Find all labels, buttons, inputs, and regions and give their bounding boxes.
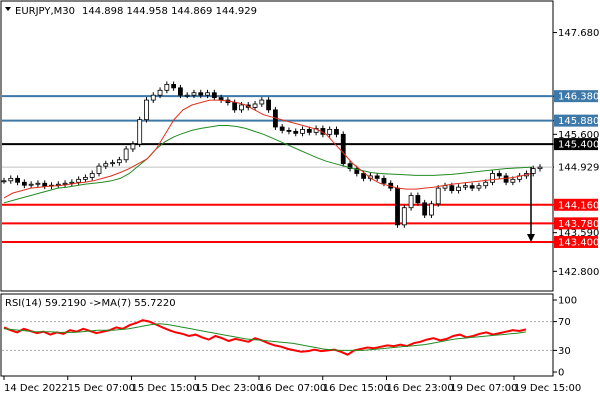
candle-body [340, 133, 346, 165]
rsi-tick-label: 30 [558, 346, 571, 357]
time-tick-label: 14 Dec 2022 [4, 383, 68, 394]
level-label: 146.380 [558, 92, 599, 103]
candle-body [408, 195, 414, 209]
ohlc-values: 144.898 144.958 144.869 144.929 [82, 6, 257, 17]
candle-body [239, 104, 244, 111]
candle-body [89, 173, 95, 178]
candle-body [395, 187, 400, 226]
candle-body [435, 187, 441, 205]
price-panel-frame [0, 0, 554, 292]
time-tick-label: 15 Dec 23:00 [195, 383, 262, 394]
candle-body [103, 163, 109, 167]
candle-body [327, 129, 333, 135]
candle-body [150, 94, 156, 101]
time-tick-label: 16 Dec 23:00 [387, 383, 454, 394]
candle-body [259, 99, 265, 105]
candle-body [198, 92, 204, 96]
candle-body [62, 182, 68, 185]
candle-body [137, 119, 143, 145]
candle-body [429, 203, 434, 216]
candle-body [232, 102, 238, 111]
candle-body [503, 175, 509, 183]
price-tick-label: 147.680 [558, 28, 599, 39]
candle-body [110, 162, 115, 165]
rsi-tick-label: 70 [558, 317, 571, 328]
candle-body [123, 148, 129, 161]
candle-body [334, 129, 339, 135]
rsi-tick-label: 100 [558, 296, 577, 307]
candle-body [211, 92, 217, 99]
candle-body [164, 84, 170, 91]
candle-body [401, 207, 407, 226]
candle-body [28, 183, 34, 186]
candle-body [496, 173, 502, 177]
candle-body [456, 186, 461, 191]
candle-body [21, 181, 27, 186]
candle-body [462, 185, 468, 188]
candle-body [35, 182, 41, 185]
level-label: 144.160 [558, 200, 599, 211]
candle-body [306, 129, 312, 133]
time-tick-label: 19 Dec 15:00 [514, 383, 581, 394]
level-label: 145.400 [558, 140, 599, 151]
price-header: EURJPY,M30 144.898 144.958 144.869 144.9… [5, 6, 257, 17]
level-label: 143.780 [558, 219, 599, 230]
candle-body [83, 176, 88, 180]
candle-body [1, 180, 7, 183]
candle-body [15, 177, 20, 183]
candle-body [422, 202, 428, 216]
candle-body [69, 181, 75, 184]
symbol-timeframe: EURJPY,M30 [15, 6, 75, 17]
candle-body [381, 177, 387, 184]
candle-body [449, 185, 455, 191]
level-label: 143.400 [558, 237, 599, 248]
candle-body [96, 165, 102, 174]
rsi-tick-label: 0 [558, 368, 564, 379]
candle-body [279, 126, 285, 131]
candle-body [476, 185, 482, 189]
chart-canvas: 147.680145.600143.590142.800144.929146.3… [0, 0, 599, 394]
candle-body [442, 185, 448, 189]
candle-body [510, 178, 516, 183]
time-tick-label: 16 Dec 07:00 [259, 383, 326, 394]
current-price-label: 144.929 [558, 163, 599, 174]
candle-body [252, 103, 258, 108]
candle-body [415, 195, 421, 204]
candle-body [469, 185, 475, 189]
candle-body [490, 173, 495, 183]
candle-body [116, 159, 122, 164]
candle-body [483, 181, 489, 187]
time-tick-label: 15 Dec 15:00 [132, 383, 199, 394]
candle-body [205, 92, 210, 96]
price-axis: 147.680145.600143.590142.800144.929146.3… [553, 28, 599, 278]
candle-body [374, 175, 380, 179]
candle-body [42, 182, 48, 187]
candle-body [178, 87, 183, 96]
candle-body [8, 177, 14, 182]
candle-body [293, 130, 299, 134]
candle-body [537, 166, 543, 169]
candle-body [300, 129, 305, 134]
candle-body [266, 99, 272, 111]
time-tick-label: 16 Dec 15:00 [323, 383, 390, 394]
time-tick-label: 19 Dec 07:00 [450, 383, 517, 394]
candle-body [157, 89, 163, 96]
candle-body [76, 178, 82, 183]
time-tick-label: 15 Dec 07:00 [68, 383, 135, 394]
rsi-axis: 100 70 30 0 [553, 296, 577, 379]
candle-body [361, 173, 366, 179]
time-axis: 14 Dec 2022 15 Dec 07:0015 Dec 15:0015 De… [3, 376, 581, 394]
candle-body [130, 143, 136, 150]
candle-body [286, 130, 292, 132]
candle-body [171, 84, 177, 89]
price-tick-label: 142.800 [558, 267, 599, 278]
candle-body [144, 99, 149, 121]
candle-body [184, 94, 190, 97]
candle-body [191, 92, 197, 96]
candle-body [530, 168, 536, 174]
level-label: 145.880 [558, 116, 599, 127]
rsi-header: RSI(14) 59.2190 ->MA(7) 55.7220 [5, 298, 176, 309]
